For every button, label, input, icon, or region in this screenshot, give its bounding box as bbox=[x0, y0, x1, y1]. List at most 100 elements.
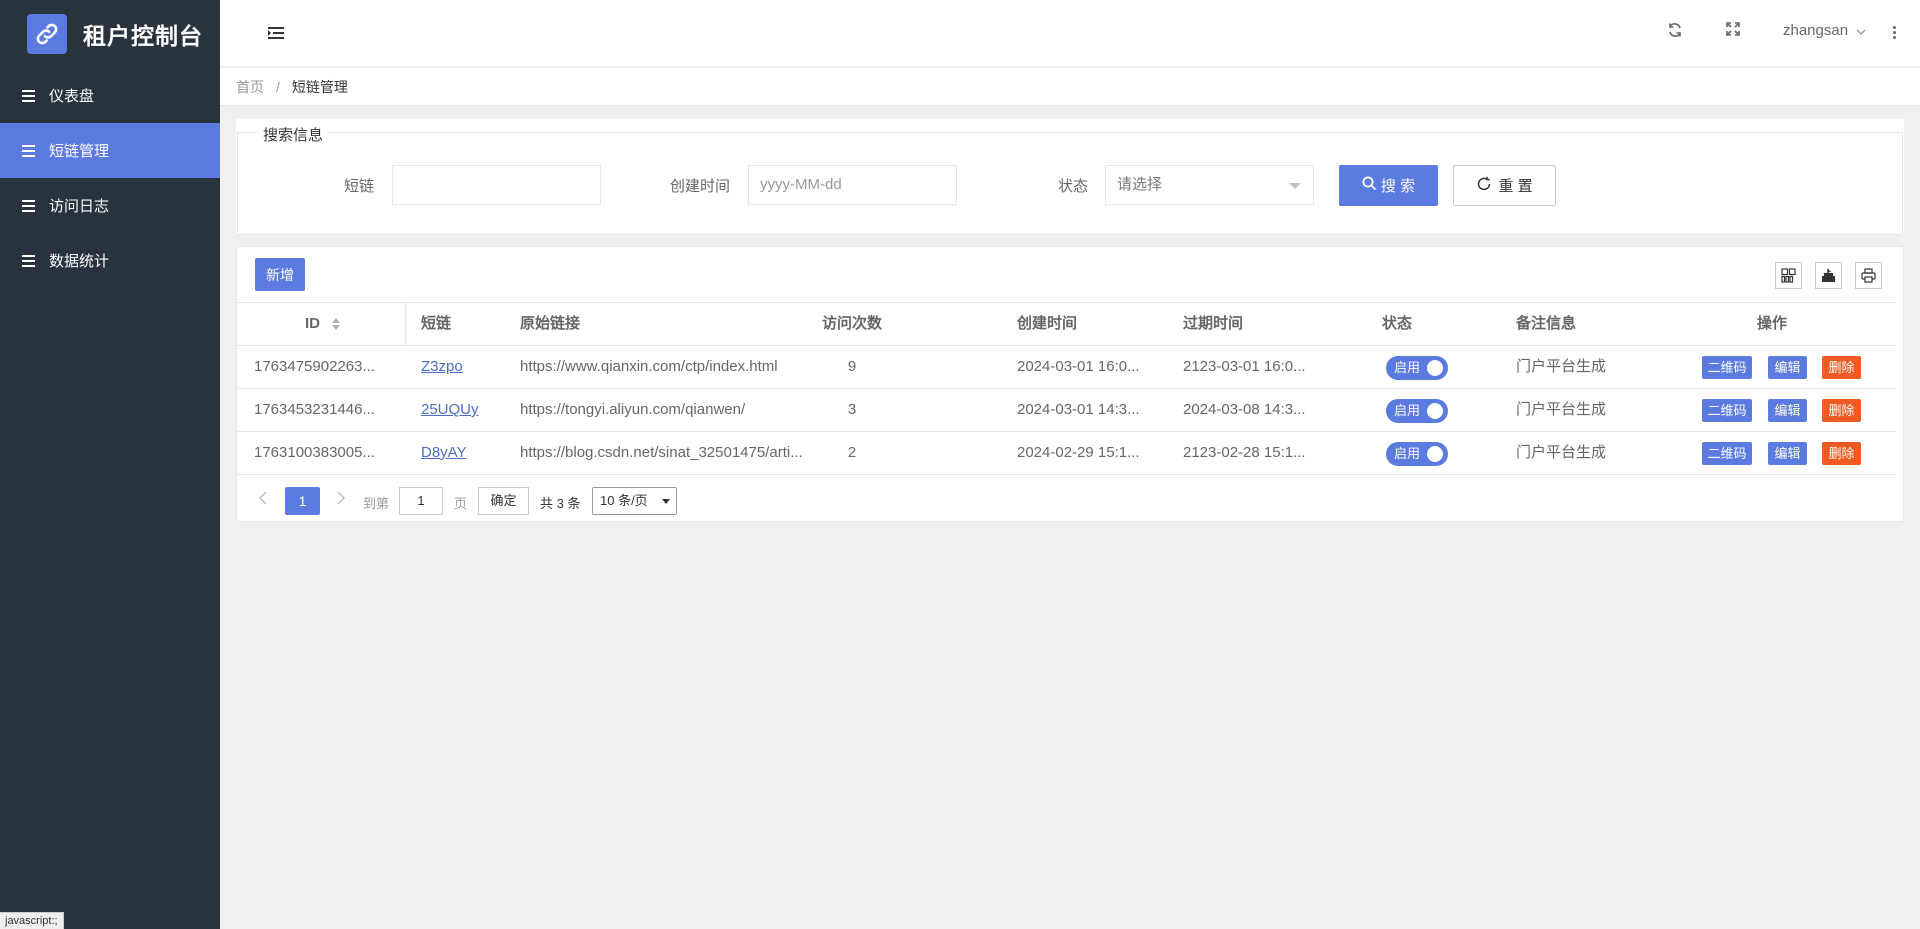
sidebar-item-label: 短链管理 bbox=[49, 143, 110, 160]
column-header-visits: 访问次数 bbox=[821, 315, 882, 332]
edit-button[interactable]: 编辑 bbox=[1768, 399, 1807, 422]
short-link[interactable]: Z3zpo bbox=[421, 346, 501, 388]
cell-expires: 2123-03-01 16:0... bbox=[1183, 358, 1306, 375]
table-row: 1763475902263... Z3zpo https://www.qianx… bbox=[237, 346, 1896, 389]
search-button[interactable]: 搜 索 bbox=[1339, 165, 1438, 206]
next-page-icon[interactable] bbox=[337, 491, 347, 505]
breadcrumb: 首页 / 短链管理 bbox=[220, 68, 1920, 106]
cell-created: 2024-03-01 14:3... bbox=[1017, 401, 1140, 418]
sort-icon[interactable] bbox=[332, 318, 341, 331]
caret-down-icon bbox=[1289, 183, 1301, 189]
cell-note: 门户平台生成 bbox=[1516, 444, 1607, 461]
table-row: 1763100383005... D8yAY https://blog.csdn… bbox=[237, 432, 1896, 475]
menu-list-icon bbox=[22, 254, 35, 267]
add-button[interactable]: 新增 bbox=[255, 258, 305, 291]
breadcrumb-separator: / bbox=[276, 78, 280, 95]
status-label: 状态 bbox=[1058, 178, 1089, 195]
refresh-icon[interactable] bbox=[1665, 22, 1685, 42]
short-link-input[interactable] bbox=[392, 165, 601, 205]
more-vertical-icon[interactable] bbox=[1889, 22, 1899, 42]
chevron-down-icon bbox=[662, 499, 670, 504]
sidebar-item-statistics[interactable]: 数据统计 bbox=[0, 233, 220, 288]
fullscreen-icon[interactable] bbox=[1723, 22, 1743, 42]
column-header-expires: 过期时间 bbox=[1183, 315, 1244, 332]
pagination: 1 到第 1 页 确定 共 3 条 10 条/页 bbox=[237, 480, 1903, 520]
export-icon[interactable] bbox=[1815, 262, 1842, 289]
delete-button[interactable]: 删除 bbox=[1822, 442, 1861, 465]
cell-visits: 3 bbox=[847, 401, 857, 418]
column-header-actions: 操作 bbox=[1756, 315, 1787, 332]
sidebar-toggle-icon[interactable] bbox=[268, 26, 284, 40]
cell-visits: 9 bbox=[847, 358, 857, 375]
short-link[interactable]: 25UQUy bbox=[421, 389, 501, 431]
column-header-id[interactable]: ID bbox=[305, 303, 395, 345]
qr-code-button[interactable]: 二维码 bbox=[1702, 442, 1752, 465]
sidebar-item-dashboard[interactable]: 仪表盘 bbox=[0, 68, 220, 123]
short-link[interactable]: D8yAY bbox=[421, 432, 501, 474]
page-1-button[interactable]: 1 bbox=[285, 487, 320, 515]
short-link-label: 短链 bbox=[344, 178, 375, 195]
cell-note: 门户平台生成 bbox=[1516, 358, 1607, 375]
status-toggle-label: 启用 bbox=[1394, 360, 1421, 375]
cell-origin-url: https://www.qianxin.com/ctp/index.html bbox=[520, 358, 778, 375]
goto-page-input[interactable]: 1 bbox=[399, 487, 443, 515]
column-header-created: 创建时间 bbox=[1017, 315, 1078, 332]
search-legend: 搜索信息 bbox=[258, 124, 329, 145]
delete-button[interactable]: 删除 bbox=[1822, 399, 1861, 422]
sidebar-item-label: 数据统计 bbox=[49, 253, 110, 270]
status-bar-hint: javascript:; bbox=[0, 912, 64, 929]
search-icon bbox=[1362, 176, 1377, 195]
column-header-short: 短链 bbox=[421, 315, 452, 332]
page-size-select[interactable]: 10 条/页 bbox=[592, 487, 677, 515]
prev-page-icon[interactable] bbox=[259, 491, 269, 505]
sidebar-item-label: 访问日志 bbox=[49, 198, 110, 215]
search-panel: 搜索信息 短链 创建时间 yyyy-MM-dd 状态 请选择 搜 索 重 置 bbox=[236, 119, 1904, 235]
print-icon[interactable] bbox=[1855, 262, 1882, 289]
app-title: 租户控制台 bbox=[83, 23, 203, 49]
cell-expires: 2024-03-08 14:3... bbox=[1183, 401, 1306, 418]
chevron-down-icon bbox=[1856, 23, 1866, 40]
create-time-input[interactable]: yyyy-MM-dd bbox=[748, 165, 957, 205]
status-select-value: 请选择 bbox=[1117, 176, 1163, 193]
status-toggle[interactable]: 启用 bbox=[1386, 442, 1448, 466]
status-toggle-label: 启用 bbox=[1394, 403, 1421, 418]
breadcrumb-current: 短链管理 bbox=[291, 78, 348, 95]
reset-button-label: 重 置 bbox=[1498, 178, 1533, 195]
status-toggle[interactable]: 启用 bbox=[1386, 356, 1448, 380]
cell-id: 1763453231446... bbox=[254, 401, 375, 418]
create-time-label: 创建时间 bbox=[670, 178, 731, 195]
refresh-icon bbox=[1476, 176, 1492, 196]
status-toggle[interactable]: 启用 bbox=[1386, 399, 1448, 423]
columns-icon[interactable] bbox=[1775, 262, 1802, 289]
user-menu[interactable]: zhangsan bbox=[1783, 22, 1866, 40]
breadcrumb-home[interactable]: 首页 bbox=[236, 77, 264, 97]
sidebar-item-short-links[interactable]: 短链管理 bbox=[0, 123, 220, 178]
cell-id: 1763475902263... bbox=[254, 358, 375, 375]
column-resize-handle[interactable] bbox=[404, 303, 407, 345]
cell-created: 2024-02-29 15:1... bbox=[1017, 444, 1140, 461]
sidebar-item-access-log[interactable]: 访问日志 bbox=[0, 178, 220, 233]
column-header-note: 备注信息 bbox=[1516, 315, 1577, 332]
edit-button[interactable]: 编辑 bbox=[1768, 442, 1807, 465]
reset-button[interactable]: 重 置 bbox=[1453, 165, 1556, 206]
delete-button[interactable]: 删除 bbox=[1822, 356, 1861, 379]
sidebar: 租户控制台 仪表盘 短链管理 访问日志 数据统计 javascript:; bbox=[0, 0, 220, 929]
cell-id: 1763100383005... bbox=[254, 444, 375, 461]
qr-code-button[interactable]: 二维码 bbox=[1702, 356, 1752, 379]
cell-origin-url: https://tongyi.aliyun.com/qianwen/ bbox=[520, 401, 746, 418]
cell-created: 2024-03-01 16:0... bbox=[1017, 358, 1140, 375]
status-select[interactable]: 请选择 bbox=[1105, 165, 1314, 205]
cell-note: 门户平台生成 bbox=[1516, 401, 1607, 418]
short-links-table: ID 短链 原始链接 访问次数 创建时间 过期时间 状态 备注信息 操作 176… bbox=[237, 302, 1896, 475]
goto-confirm-button[interactable]: 确定 bbox=[478, 487, 529, 515]
column-header-status: 状态 bbox=[1381, 315, 1412, 332]
table-row: 1763453231446... 25UQUy https://tongyi.a… bbox=[237, 389, 1896, 432]
qr-code-button[interactable]: 二维码 bbox=[1702, 399, 1752, 422]
edit-button[interactable]: 编辑 bbox=[1768, 356, 1807, 379]
menu-list-icon bbox=[22, 199, 35, 212]
link-icon bbox=[27, 14, 67, 54]
username: zhangsan bbox=[1783, 22, 1849, 39]
table-header-row: ID 短链 原始链接 访问次数 创建时间 过期时间 状态 备注信息 操作 bbox=[237, 303, 1896, 346]
cell-expires: 2123-02-28 15:1... bbox=[1183, 444, 1306, 461]
column-header-origin: 原始链接 bbox=[520, 315, 581, 332]
